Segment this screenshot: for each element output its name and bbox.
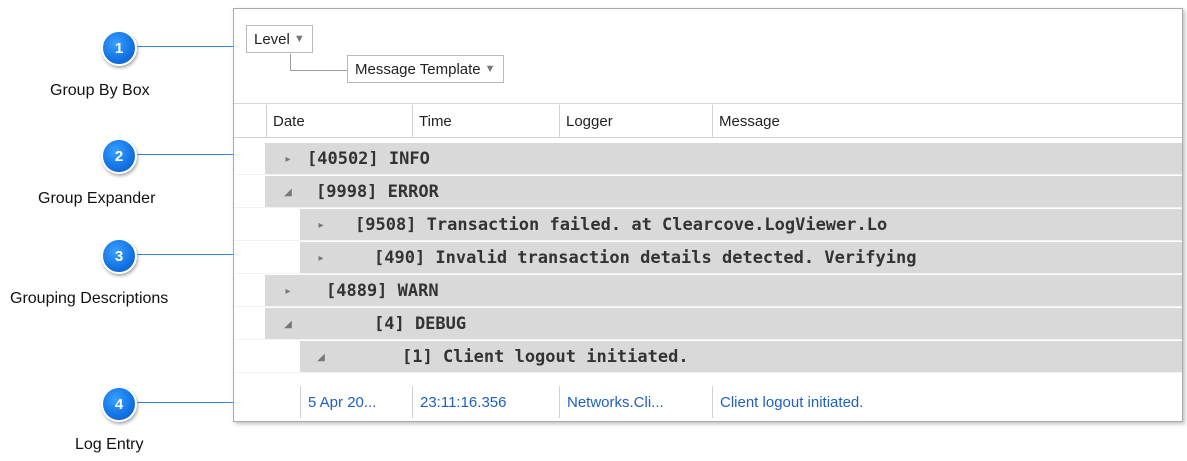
- group-description: [1] Client logout initiated.: [402, 347, 689, 367]
- log-entry-message[interactable]: Client logout initiated.: [712, 386, 1182, 418]
- column-header-row: Date Time Logger Message: [234, 105, 1182, 138]
- group-description: [490] Invalid transaction details detect…: [374, 248, 917, 268]
- group-chip-level[interactable]: Level ▼: [246, 25, 313, 53]
- group-description: [9508] Transaction failed. at Clearcove.…: [355, 215, 888, 235]
- callout-badge-4: 4: [101, 386, 137, 422]
- callout-label-grouping-descriptions: Grouping Descriptions: [10, 290, 169, 307]
- log-entry-time[interactable]: 23:11:16.356: [412, 386, 559, 418]
- callout-label-log-entry: Log Entry: [75, 436, 144, 453]
- group-row-client-logout[interactable]: ◢ [1] Client logout initiated.: [234, 341, 1182, 373]
- filter-dropdown-icon[interactable]: ▼: [485, 63, 496, 75]
- column-header-indent: [234, 105, 266, 137]
- expand-icon[interactable]: ▸: [281, 143, 295, 175]
- callout-badge-1: 1: [101, 30, 137, 66]
- group-row-info[interactable]: ▸ [40502] INFO: [234, 143, 1182, 175]
- expand-icon[interactable]: ▸: [314, 209, 328, 241]
- group-row-invalid-transaction[interactable]: ▸ [490] Invalid transaction details dete…: [234, 242, 1182, 274]
- log-grid: Level ▼ Message Template ▼ Date Time Log…: [233, 8, 1183, 422]
- group-row-debug[interactable]: ◢ [4] DEBUG: [234, 308, 1182, 340]
- group-by-box[interactable]: Level ▼ Message Template ▼: [234, 9, 1182, 104]
- callout-badge-3: 3: [101, 238, 137, 274]
- group-chip-connector: [290, 54, 347, 71]
- group-description: [9998] ERROR: [316, 182, 439, 202]
- row-indent: [234, 209, 300, 240]
- row-indent: [234, 341, 300, 372]
- group-chip-label: Level: [254, 30, 290, 48]
- log-entry-indent: [234, 386, 300, 418]
- collapse-icon[interactable]: ◢: [281, 176, 295, 208]
- group-description: [4] DEBUG: [374, 314, 467, 334]
- callout-label-group-expander: Group Expander: [38, 190, 156, 207]
- callout-badge-2: 2: [101, 138, 137, 174]
- collapse-icon[interactable]: ◢: [281, 308, 295, 340]
- column-header-time[interactable]: Time: [412, 105, 559, 137]
- row-indent: [234, 176, 265, 207]
- column-header-message[interactable]: Message: [712, 105, 1182, 137]
- collapse-icon[interactable]: ◢: [314, 341, 328, 373]
- group-description: [40502] INFO: [307, 149, 430, 169]
- row-indent: [234, 143, 265, 174]
- row-indent: [234, 242, 300, 273]
- group-chip-label: Message Template: [355, 60, 481, 78]
- group-row-transaction-failed[interactable]: ▸ [9508] Transaction failed. at Clearcov…: [234, 209, 1182, 241]
- filter-dropdown-icon[interactable]: ▼: [294, 33, 305, 45]
- group-row-error[interactable]: ◢ [9998] ERROR: [234, 176, 1182, 208]
- row-indent: [234, 308, 265, 339]
- row-indent: [234, 275, 265, 306]
- expand-icon[interactable]: ▸: [281, 275, 295, 307]
- callout-label-group-by-box: Group By Box: [50, 82, 150, 99]
- log-entry-row[interactable]: 5 Apr 20... 23:11:16.356 Networks.Cli...…: [234, 386, 1182, 418]
- group-chip-message-template[interactable]: Message Template ▼: [347, 55, 504, 83]
- log-entry-date[interactable]: 5 Apr 20...: [300, 386, 412, 418]
- column-header-date[interactable]: Date: [266, 105, 412, 137]
- group-row-warn[interactable]: ▸ [4889] WARN: [234, 275, 1182, 307]
- group-description: [4889] WARN: [326, 281, 439, 301]
- callout-leader-1: [137, 46, 247, 47]
- column-header-logger[interactable]: Logger: [559, 105, 712, 137]
- expand-icon[interactable]: ▸: [314, 242, 328, 274]
- log-entry-logger[interactable]: Networks.Cli...: [559, 386, 712, 418]
